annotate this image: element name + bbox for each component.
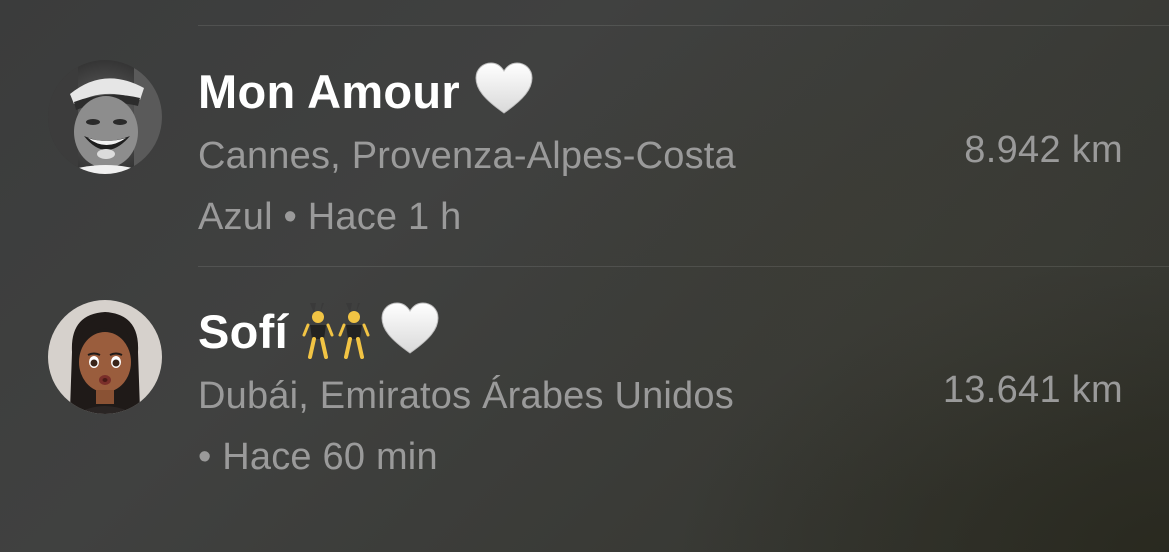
contact-name: Mon Amour <box>198 64 461 118</box>
white-heart-icon <box>380 301 440 362</box>
contact-row-sofi[interactable]: Sofí Dubái, Emiratos Árabes Unidos • Hac… <box>0 300 1169 500</box>
top-divider <box>198 25 1169 26</box>
name-line: Mon Amour <box>198 61 534 122</box>
avatar <box>48 60 162 174</box>
emoji-group <box>474 61 534 122</box>
avatar <box>48 300 162 414</box>
distance: 8.942 km <box>964 129 1123 171</box>
location-line-1: Dubái, Emiratos Árabes Unidos <box>198 375 734 417</box>
distance: 13.641 km <box>942 369 1123 411</box>
location-line-2: • Hace 60 min <box>198 436 438 478</box>
location-text: Cannes, Provenza-Alpes-Costa Azul • Hace… <box>198 126 888 248</box>
location-line-2: Azul • Hace 1 h <box>198 196 462 238</box>
location-text: Dubái, Emiratos Árabes Unidos • Hace 60 … <box>198 366 888 488</box>
name-line: Sofí <box>198 301 440 360</box>
white-heart-icon <box>474 61 534 122</box>
women-with-bunny-ears-icon <box>302 299 376 364</box>
emoji-group <box>302 299 440 364</box>
location-line-1: Cannes, Provenza-Alpes-Costa <box>198 135 736 177</box>
contact-name: Sofí <box>198 304 288 358</box>
row-divider <box>198 266 1169 267</box>
contact-row-mon-amour[interactable]: Mon Amour Cannes, Provenza-Alpes-Costa A… <box>0 60 1169 260</box>
